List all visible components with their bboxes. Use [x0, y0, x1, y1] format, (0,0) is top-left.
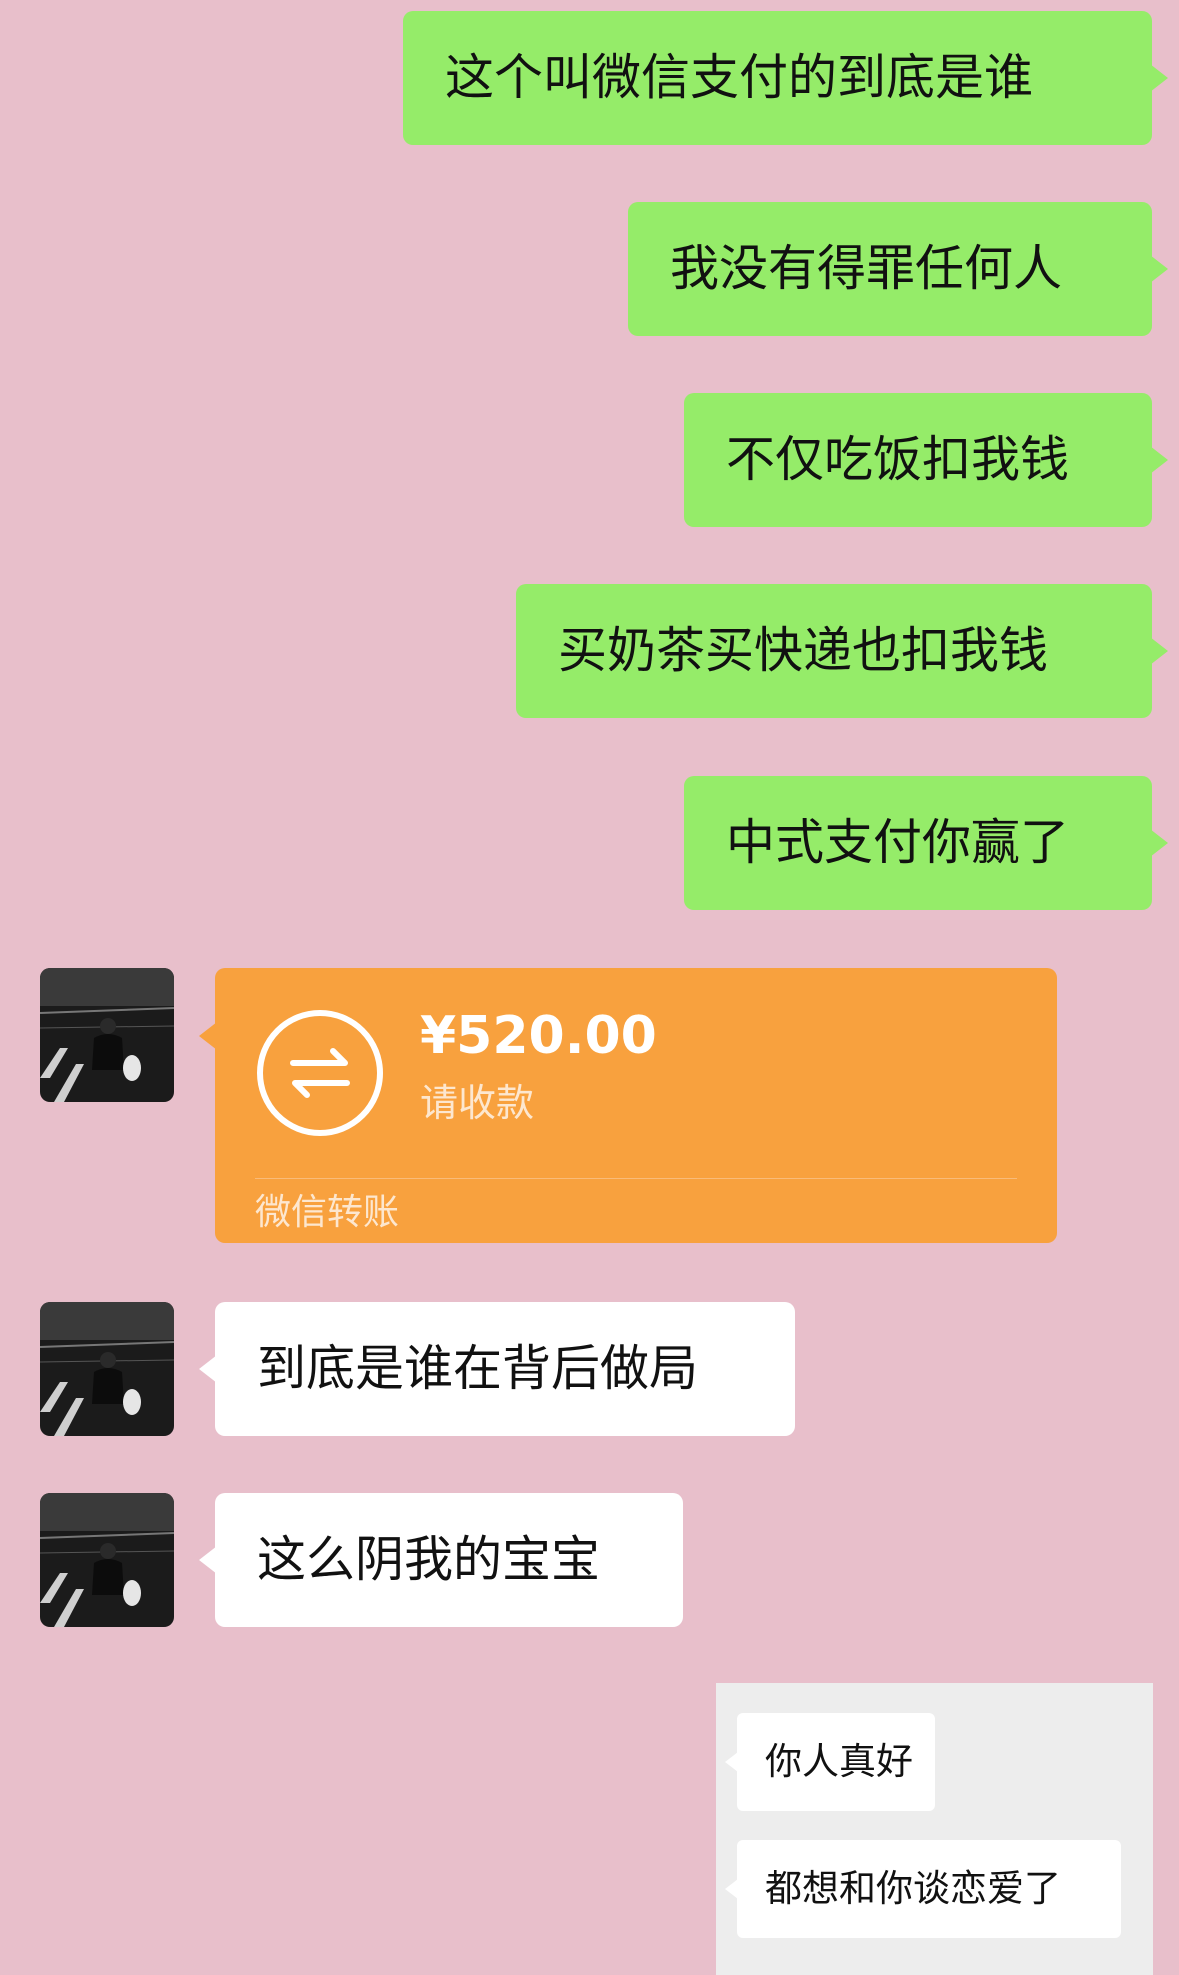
- transfer-status: 请收款: [420, 1081, 535, 1125]
- message-text: 你人真好: [765, 1740, 913, 1783]
- outgoing-message[interactable]: 不仅吃饭扣我钱: [684, 393, 1168, 527]
- contact-avatar[interactable]: [40, 1493, 174, 1627]
- inset-message: 都想和你谈恋爱了: [725, 1840, 1121, 1938]
- transfer-card[interactable]: ¥520.00 请收款 微信转账: [199, 968, 1057, 1243]
- message-text: 买奶茶买快递也扣我钱: [558, 622, 1049, 679]
- contact-avatar[interactable]: [40, 968, 174, 1102]
- incoming-message[interactable]: 到底是谁在背后做局: [199, 1302, 795, 1436]
- outgoing-message[interactable]: 中式支付你赢了: [684, 776, 1168, 910]
- message-text: 我没有得罪任何人: [670, 240, 1063, 297]
- incoming-message[interactable]: 这么阴我的宝宝: [199, 1493, 683, 1627]
- outgoing-message[interactable]: 买奶茶买快递也扣我钱: [516, 584, 1168, 718]
- outgoing-message[interactable]: 我没有得罪任何人: [628, 202, 1168, 336]
- outgoing-message[interactable]: 这个叫微信支付的到底是谁: [403, 11, 1168, 145]
- inset-reply-image[interactable]: 你人真好 都想和你谈恋爱了: [716, 1683, 1153, 1975]
- message-text: 不仅吃饭扣我钱: [726, 431, 1070, 488]
- message-text: 这个叫微信支付的到底是谁: [445, 49, 1034, 106]
- divider: [255, 1178, 1017, 1179]
- transfer-footer: 微信转账: [255, 1192, 400, 1233]
- contact-avatar[interactable]: [40, 1302, 174, 1436]
- avatar-photo-icon: [40, 968, 174, 1102]
- avatar-photo-icon: [40, 1302, 174, 1436]
- avatar-photo-icon: [40, 1493, 174, 1627]
- inset-message: 你人真好: [725, 1713, 935, 1811]
- transfer-arrows-icon: [257, 1010, 383, 1136]
- message-text: 都想和你谈恋爱了: [765, 1867, 1061, 1910]
- message-text: 到底是谁在背后做局: [257, 1340, 699, 1397]
- transfer-amount: ¥520.00: [420, 1006, 657, 1066]
- message-text: 这么阴我的宝宝: [257, 1531, 601, 1588]
- message-text: 中式支付你赢了: [726, 814, 1070, 871]
